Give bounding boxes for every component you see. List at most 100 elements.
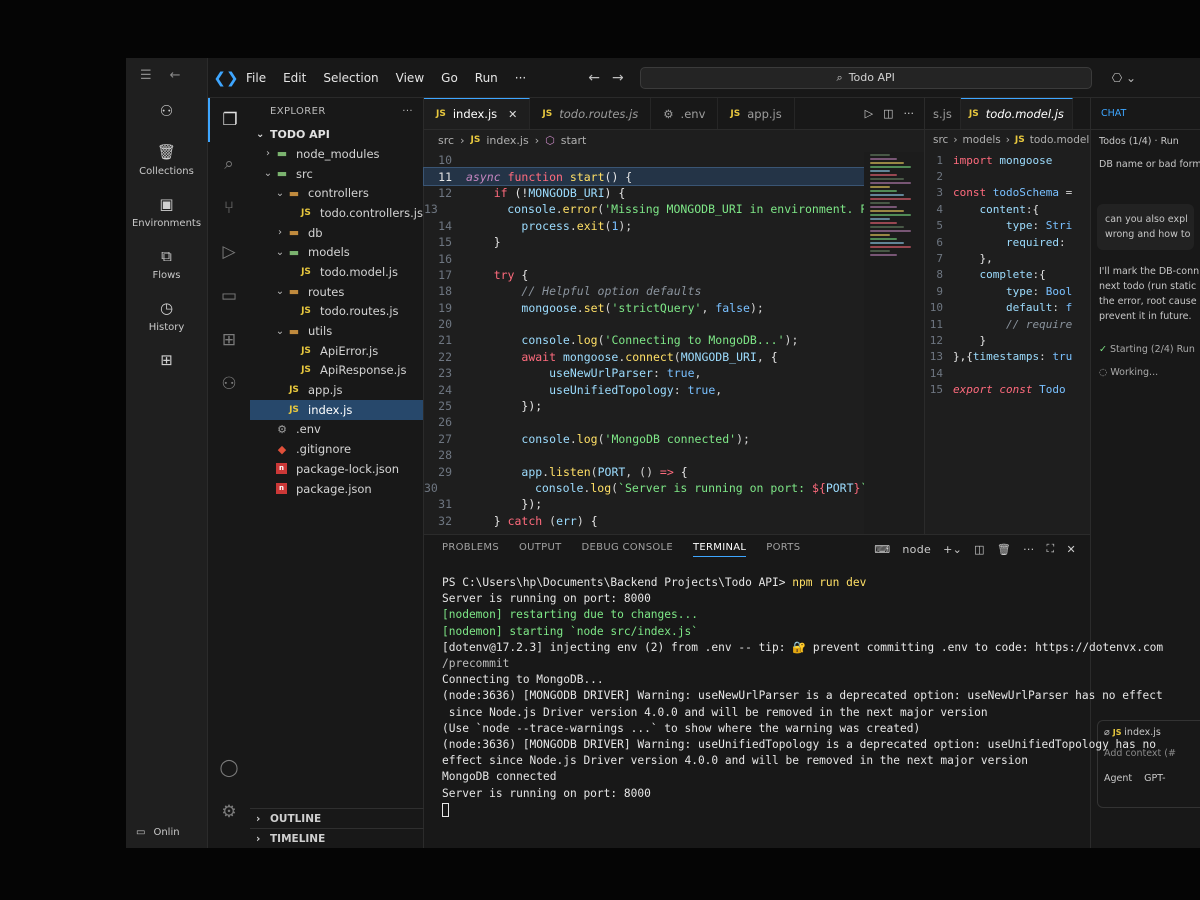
workspace-root[interactable]: ⌄ TODO API [250, 124, 423, 144]
chat-input[interactable]: ⌀ JS index.js Add context (# Agent GPT- [1097, 720, 1200, 808]
breadcrumb-item[interactable]: index.js [486, 134, 528, 147]
file-tree-item[interactable]: ⌄ ▬ utils [250, 321, 423, 341]
code-line[interactable]: 3 const todoSchema = [925, 185, 1091, 201]
code-line[interactable]: 14 process.exit(1); [424, 218, 864, 234]
code-line[interactable]: 23 useNewUrlParser: true, [424, 365, 864, 381]
code-line[interactable]: 19 mongoose.set('strictQuery', false); [424, 300, 864, 316]
source-control-icon[interactable]: ⑂ [208, 186, 250, 230]
search-icon[interactable]: ⌕ [208, 142, 250, 186]
editor-tab[interactable]: JS app.js [718, 98, 795, 129]
postman-nav-item[interactable]: 🗑 Collections [126, 133, 207, 185]
code-line[interactable]: 15 } [424, 234, 864, 250]
model-select[interactable]: GPT- [1144, 773, 1165, 784]
layout-icon[interactable]: ▭ [136, 827, 145, 838]
file-tree-item[interactable]: JS ApiError.js [250, 341, 423, 361]
run-icon[interactable]: ▷ [865, 107, 873, 120]
menu-item[interactable]: Run [475, 71, 498, 85]
file-tree-item[interactable]: › ▬ node_modules [250, 144, 423, 164]
code-line[interactable]: 10 [424, 152, 864, 168]
code-line[interactable]: 7 }, [925, 250, 1091, 266]
trash-icon[interactable]: 🗑 [997, 543, 1011, 556]
copilot-icon[interactable]: ⚇ [208, 362, 250, 406]
hamburger-menu-icon[interactable]: ☰ [140, 68, 152, 83]
code-line[interactable]: 15 export const Todo [925, 381, 1091, 397]
run-debug-icon[interactable]: ▷ [208, 230, 250, 274]
code-line[interactable]: 14 [925, 365, 1091, 381]
code-line[interactable]: 28 [424, 447, 864, 463]
file-tree-item[interactable]: JS todo.controllers.js [250, 203, 423, 223]
menu-item[interactable]: Edit [283, 71, 306, 85]
terminal-shell-name[interactable]: node [902, 543, 931, 556]
code-line[interactable]: 5 type: Stri [925, 218, 1091, 234]
copilot-icon[interactable]: ⎔ ⌄ [1112, 71, 1136, 85]
close-icon[interactable]: ✕ [1066, 543, 1076, 556]
back-arrow-icon[interactable]: ← [170, 68, 181, 83]
file-tree-item[interactable]: JS todo.model.js [250, 262, 423, 282]
postman-nav-item[interactable]: ◷ History [126, 289, 207, 341]
code-line[interactable]: 29 app.listen(PORT, () => { [424, 463, 864, 479]
code-line[interactable]: 11 async function start() { [423, 167, 865, 186]
panel-tab[interactable]: OUTPUT [519, 542, 562, 557]
menu-item[interactable]: View [396, 71, 424, 85]
forward-arrow-icon[interactable]: → [612, 70, 624, 86]
code-line[interactable]: 8 complete:{ [925, 267, 1091, 283]
panel-tab[interactable]: TERMINAL [693, 542, 747, 557]
code-line[interactable]: 30 console.log(`Server is running on por… [424, 480, 881, 496]
editor-tab[interactable]: JS todo.routes.js [530, 98, 652, 129]
menu-item[interactable]: ··· [515, 71, 526, 85]
tab-todo-model[interactable]: JS todo.model.js [960, 98, 1073, 129]
file-tree-item[interactable]: ⚙ .env [250, 420, 423, 440]
breadcrumb-item[interactable]: src [438, 134, 454, 147]
close-icon[interactable]: ✕ [508, 108, 517, 121]
code-line[interactable]: 21 console.log('Connecting to MongoDB...… [424, 332, 864, 348]
code-line[interactable]: 22 await mongoose.connect(MONGODB_URI, { [424, 349, 864, 365]
code-line[interactable]: 10 default: f [925, 300, 1091, 316]
panel-tab[interactable]: DEBUG CONSOLE [582, 542, 673, 557]
panel-tab[interactable]: PROBLEMS [442, 542, 499, 557]
account-icon[interactable]: ◯ [208, 746, 250, 790]
code-line[interactable]: 16 [424, 250, 864, 266]
editor-tab[interactable]: ⚙ .env [651, 98, 719, 129]
agent-mode-select[interactable]: Agent [1104, 773, 1132, 784]
minimap[interactable] [864, 152, 924, 534]
code-view-secondary[interactable]: 1 import mongoose 2 3 const todoSchema = 4 co… [925, 152, 1091, 534]
file-tree-item[interactable]: ⌄ ▬ models [250, 242, 423, 262]
postman-nav-item[interactable]: ⊞ [126, 341, 207, 382]
code-line[interactable]: 1 import mongoose [925, 152, 1091, 168]
code-view[interactable]: 10 11 async function start() {12 if (!MONG… [423, 152, 902, 534]
code-line[interactable]: 27 console.log('MongoDB connected'); [424, 431, 864, 447]
code-line[interactable]: 2 [925, 168, 1091, 184]
code-line[interactable]: 6 required: [925, 234, 1091, 250]
code-line[interactable]: 12 if (!MONGODB_URI) { [424, 185, 864, 201]
file-tree-item[interactable]: JS index.js [250, 399, 423, 420]
code-line[interactable]: 9 type: Bool [925, 283, 1091, 299]
breadcrumb-item[interactable]: src [933, 134, 948, 146]
code-line[interactable]: 13 console.error('Missing MONGODB_URI in… [424, 201, 902, 217]
back-arrow-icon[interactable]: ← [588, 70, 600, 86]
code-line[interactable]: 12 } [925, 332, 1091, 348]
outline-section[interactable]: › OUTLINE [250, 808, 424, 828]
new-terminal-icon[interactable]: +⌄ [943, 543, 962, 556]
more-actions-icon[interactable]: ··· [402, 106, 413, 117]
file-tree-item[interactable]: ⌄ ▬ src [250, 164, 423, 184]
file-tree-item[interactable]: JS todo.routes.js [250, 302, 423, 322]
code-line[interactable]: 24 useUnifiedTopology: true, [424, 381, 864, 397]
code-line[interactable]: 11 // require [925, 316, 1091, 332]
remote-explorer-icon[interactable]: ▭ [208, 274, 250, 318]
postman-nav-item[interactable]: ⚇ [126, 92, 207, 133]
code-line[interactable]: 25 }); [424, 398, 864, 414]
todos-progress[interactable]: Todos (1/4) · Run [1091, 130, 1200, 153]
code-line[interactable]: 13},{timestamps: tru [925, 349, 1091, 365]
file-tree-item[interactable]: JS app.js [250, 380, 423, 400]
file-tree-item[interactable]: ⌄ ▬ controllers [250, 183, 423, 203]
menu-item[interactable]: File [246, 71, 266, 85]
tab-partial[interactable]: s.js [925, 98, 961, 129]
postman-nav-item[interactable]: ▣ Environments [126, 185, 207, 237]
file-tree-item[interactable]: JS ApiResponse.js [250, 361, 423, 381]
explorer-icon[interactable]: ❐ [208, 98, 250, 142]
menu-item[interactable]: Selection [323, 71, 378, 85]
more-actions-icon[interactable]: ··· [904, 107, 915, 120]
file-tree-item[interactable]: ⌄ ▬ routes [250, 282, 423, 302]
code-line[interactable]: 20 [424, 316, 864, 332]
file-tree-item[interactable]: › ▬ db [250, 223, 423, 243]
